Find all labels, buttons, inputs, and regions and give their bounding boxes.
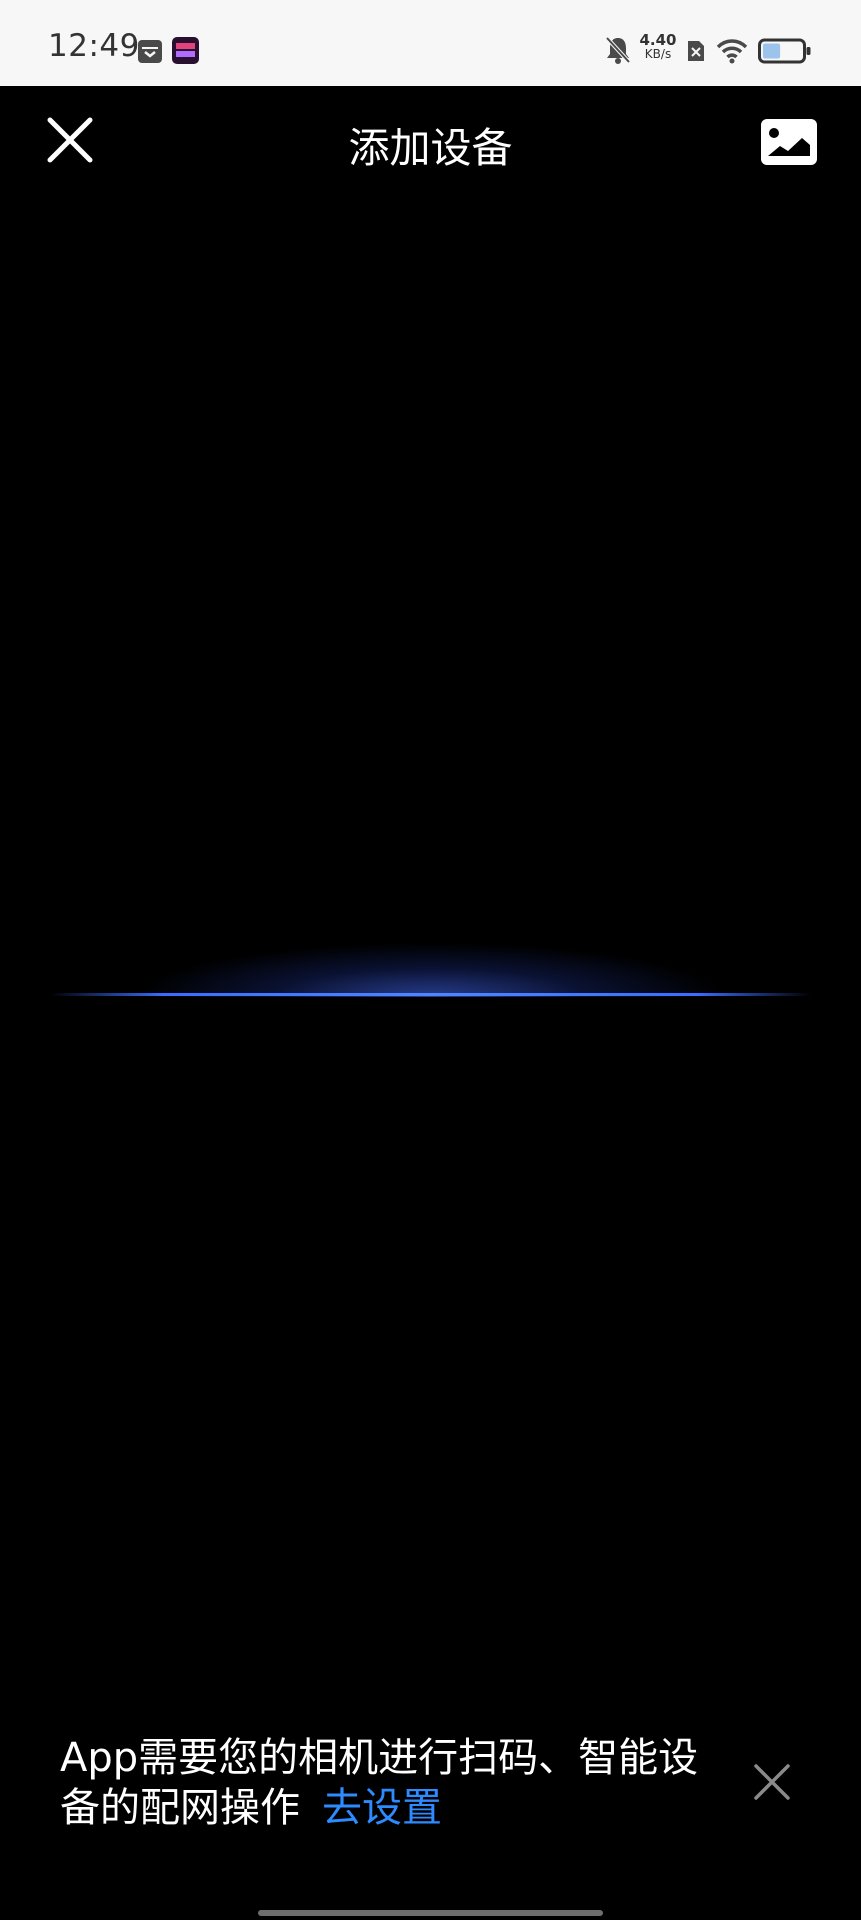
scan-line [50, 993, 811, 996]
gallery-image-icon [761, 119, 817, 165]
wifi-icon [716, 38, 748, 68]
home-indicator[interactable] [258, 1910, 603, 1916]
status-bar: 12:49 4.40 KB/s [0, 0, 861, 86]
close-icon [754, 1764, 790, 1800]
scan-screen: 12:49 4.40 KB/s 添加设备 App需要您的相机进行扫码、智能设备的… [0, 0, 861, 1920]
page-title: 添加设备 [348, 124, 513, 172]
sim-disabled-icon [686, 39, 706, 67]
gallery-button[interactable] [760, 118, 818, 166]
network-speed-value: 4.40 [639, 31, 677, 49]
status-time: 12:49 [48, 28, 140, 64]
banner-close-button[interactable] [752, 1762, 792, 1802]
header: 添加设备 [0, 86, 861, 194]
go-settings-link[interactable]: 去设置 [322, 1785, 442, 1831]
network-speed: 4.40 KB/s [636, 31, 680, 62]
scan-glow [40, 925, 821, 997]
calendar-icon [137, 38, 163, 68]
network-speed-unit: KB/s [644, 47, 672, 61]
app-notification-icon [172, 37, 199, 68]
battery-icon [758, 38, 812, 68]
mute-bell-icon [604, 35, 632, 69]
camera-permission-banner: App需要您的相机进行扫码、智能设备的配网操作 去设置 [60, 1733, 720, 1833]
